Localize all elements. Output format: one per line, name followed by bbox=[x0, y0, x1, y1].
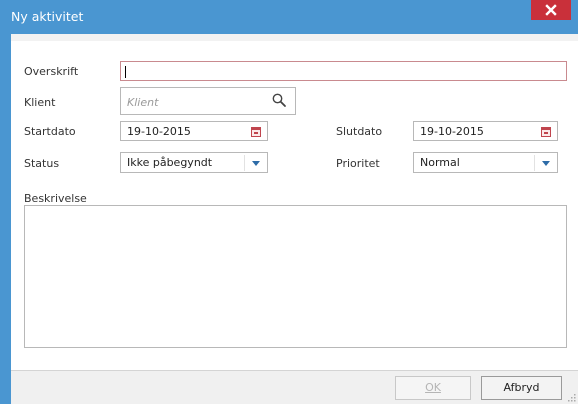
startdato-label: Startdato bbox=[24, 125, 76, 138]
window-title: Ny aktivitet bbox=[11, 9, 84, 24]
prioritet-label: Prioritet bbox=[336, 157, 380, 170]
slutdato-picker[interactable]: 19-10-2015 bbox=[413, 121, 558, 141]
calendar-icon[interactable] bbox=[251, 127, 261, 137]
status-label: Status bbox=[24, 157, 60, 170]
cancel-button[interactable]: Afbryd bbox=[481, 376, 562, 400]
close-button[interactable] bbox=[531, 0, 571, 20]
status-value: Ikke påbegyndt bbox=[127, 156, 213, 169]
text-caret bbox=[125, 66, 126, 78]
ok-button-label: OK bbox=[425, 381, 441, 394]
chevron-down-icon[interactable] bbox=[542, 161, 550, 166]
ok-button[interactable]: OK bbox=[395, 376, 471, 400]
dropdown-divider bbox=[244, 155, 245, 171]
header-strip bbox=[11, 34, 578, 41]
slutdato-value: 19-10-2015 bbox=[420, 125, 484, 138]
startdato-picker[interactable]: 19-10-2015 bbox=[120, 121, 268, 141]
overskrift-input[interactable] bbox=[120, 61, 567, 81]
calendar-icon[interactable] bbox=[541, 127, 551, 137]
status-dropdown[interactable]: Ikke påbegyndt bbox=[120, 152, 268, 173]
klient-placeholder: Klient bbox=[127, 96, 159, 109]
search-icon[interactable] bbox=[271, 92, 287, 108]
klient-search-input[interactable]: Klient bbox=[120, 87, 296, 115]
close-icon bbox=[545, 4, 557, 16]
title-bar[interactable]: Ny aktivitet bbox=[0, 0, 578, 34]
beskrivelse-textarea[interactable] bbox=[24, 205, 567, 348]
cancel-button-label: Afbryd bbox=[503, 381, 540, 394]
window-border bbox=[0, 34, 11, 404]
resize-grip-icon[interactable] bbox=[568, 394, 576, 402]
dropdown-divider bbox=[534, 155, 535, 171]
dialog-window: Ny aktivitet Overskrift Klient Klient St… bbox=[0, 0, 578, 404]
chevron-down-icon[interactable] bbox=[252, 161, 260, 166]
klient-label: Klient bbox=[24, 96, 56, 109]
prioritet-dropdown[interactable]: Normal bbox=[413, 152, 558, 173]
overskrift-label: Overskrift bbox=[24, 65, 79, 78]
prioritet-value: Normal bbox=[420, 156, 460, 169]
startdato-value: 19-10-2015 bbox=[127, 125, 191, 138]
slutdato-label: Slutdato bbox=[336, 125, 383, 138]
beskrivelse-label: Beskrivelse bbox=[24, 192, 87, 205]
dialog-footer: OK Afbryd bbox=[11, 370, 578, 404]
